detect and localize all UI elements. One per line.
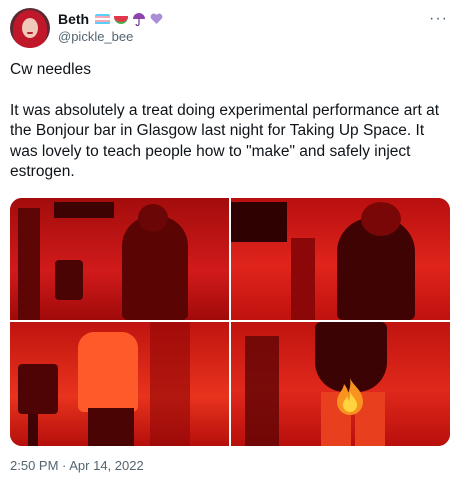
tweet-text: Cw needles It was absolutely a treat doi… <box>10 60 450 183</box>
umbrella-icon <box>133 13 146 26</box>
tweet-body: It was absolutely a treat doing experime… <box>10 101 440 181</box>
watermelon-icon <box>114 16 129 24</box>
photo-2[interactable] <box>231 198 450 320</box>
transgender-flag-icon <box>95 13 111 25</box>
avatar[interactable] <box>10 8 50 48</box>
timestamp[interactable]: 2:50 PM · Apr 14, 2022 <box>10 458 144 473</box>
photo-4[interactable] <box>231 322 450 446</box>
tweet-header: Beth @pickle_bee ··· <box>10 8 450 48</box>
photo-grid <box>10 198 450 446</box>
content-warning: Cw needles <box>10 61 91 78</box>
photo-1[interactable] <box>10 198 229 320</box>
author-info[interactable]: Beth @pickle_bee <box>58 10 163 44</box>
photo-3[interactable] <box>10 322 229 446</box>
display-name[interactable]: Beth <box>58 11 89 27</box>
more-options-icon[interactable]: ··· <box>429 10 448 28</box>
fire-emoji-icon <box>337 378 363 415</box>
handle[interactable]: @pickle_bee <box>58 29 163 44</box>
purple-heart-icon <box>150 13 163 24</box>
